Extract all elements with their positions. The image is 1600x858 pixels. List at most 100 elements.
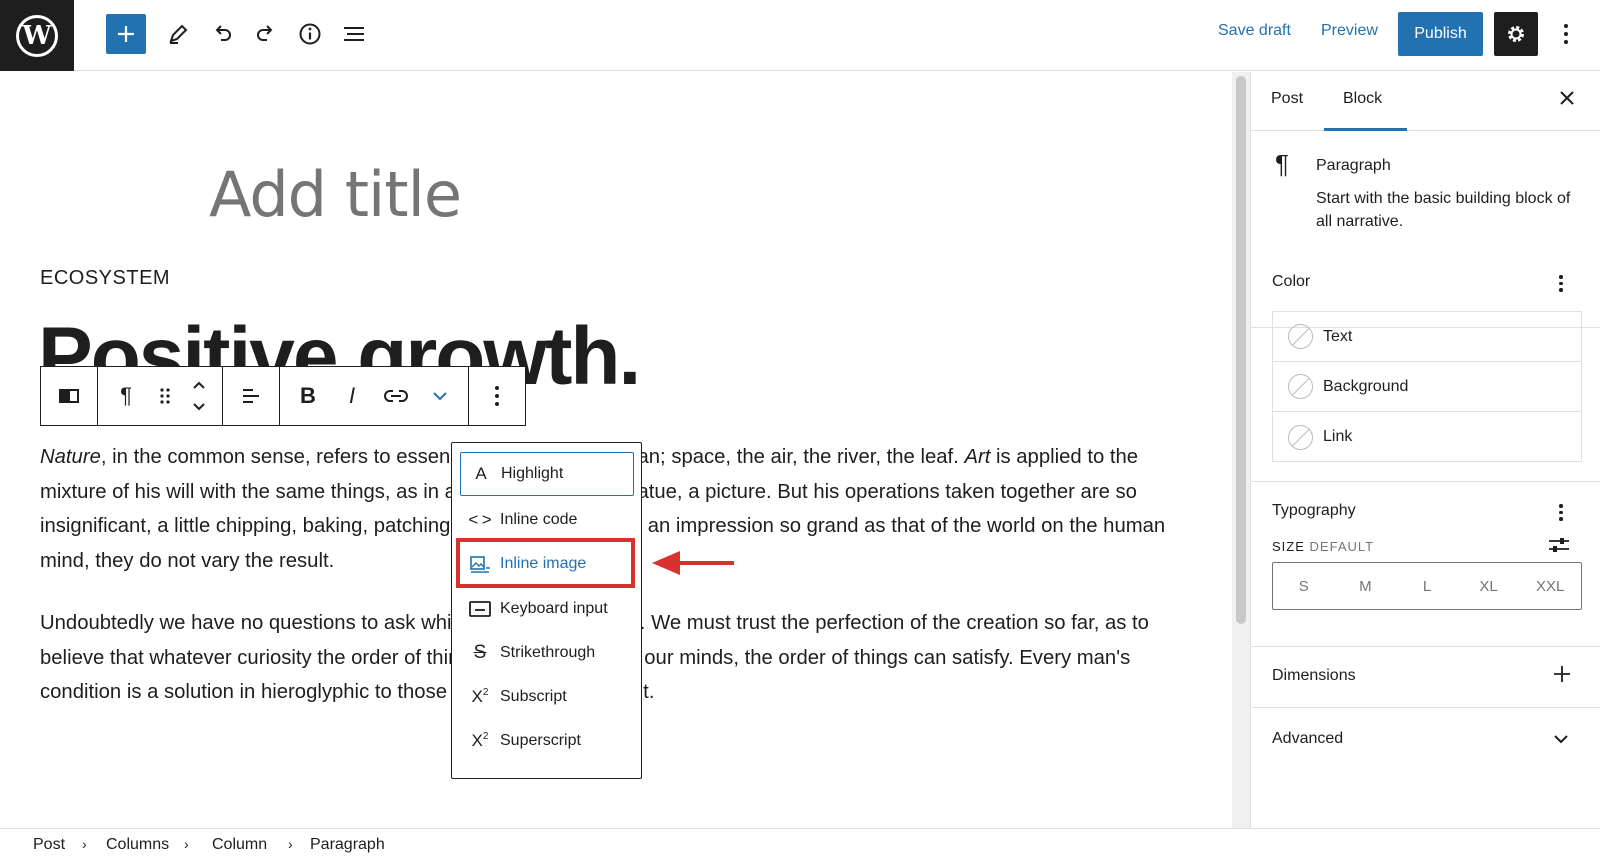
dimensions-panel-title: Dimensions <box>1272 667 1356 684</box>
link-button[interactable] <box>374 367 418 425</box>
settings-button[interactable] <box>1494 12 1538 56</box>
menu-item-keyboard-input[interactable]: Keyboard input <box>460 587 634 631</box>
align-left-icon <box>243 389 259 403</box>
breadcrumb-item-column[interactable]: Column <box>212 836 267 854</box>
breadcrumb-item-columns[interactable]: Columns <box>106 836 169 854</box>
size-option-m[interactable]: M <box>1335 563 1397 609</box>
publish-button[interactable]: Publish <box>1398 12 1483 56</box>
undo-button[interactable] <box>202 14 242 54</box>
select-parent-button[interactable] <box>47 367 91 425</box>
color-swatch-icon <box>1288 424 1313 450</box>
font-size-picker: S M L XL XXL <box>1272 562 1582 610</box>
transform-block-button[interactable]: ¶ <box>104 367 148 425</box>
italic-button[interactable]: I <box>330 367 374 425</box>
italic-text: Art <box>964 446 991 468</box>
size-option-s[interactable]: S <box>1273 563 1335 609</box>
details-button[interactable] <box>290 14 330 54</box>
typography-options-button[interactable] <box>1558 504 1564 521</box>
chevron-right-icon: › <box>184 836 189 852</box>
more-vertical-icon <box>495 386 499 406</box>
menu-item-superscript[interactable]: X2 Superscript <box>460 719 634 763</box>
color-item-background[interactable]: Background <box>1273 362 1581 412</box>
menu-item-label: Subscript <box>500 688 567 705</box>
menu-item-label: Inline code <box>500 511 578 528</box>
tab-post[interactable]: Post <box>1271 90 1303 108</box>
more-formats-menu: A Highlight < > Inline code Inline image… <box>451 442 642 779</box>
color-options-button[interactable] <box>1558 275 1564 292</box>
canvas-scrollbar[interactable] <box>1232 72 1250 828</box>
settings-sliders-icon <box>1549 538 1569 552</box>
preview-button[interactable]: Preview <box>1321 22 1378 40</box>
link-icon <box>384 390 408 402</box>
block-inserter-button[interactable] <box>106 14 146 54</box>
color-item-text[interactable]: Text <box>1273 312 1581 362</box>
redo-icon <box>257 25 273 41</box>
close-sidebar-button[interactable] <box>1558 86 1576 114</box>
block-controls-group: ¶ <box>98 367 223 425</box>
move-up-down-icon <box>193 381 205 411</box>
block-card-description: Start with the basic building block of a… <box>1316 190 1571 230</box>
sidebar-tabs: Post Block <box>1251 72 1600 131</box>
scrollbar-thumb[interactable] <box>1236 76 1246 624</box>
typography-panel-section: Typography SIZE DEFAULT S M L XL XXL <box>1251 482 1600 647</box>
annotation-arrow-line <box>678 561 734 565</box>
bold-icon: B <box>300 383 316 408</box>
size-option-l[interactable]: L <box>1396 563 1458 609</box>
color-panel-title[interactable]: Color <box>1272 273 1310 291</box>
block-options-group <box>469 367 525 425</box>
color-settings-list: Text Background Link <box>1272 311 1582 462</box>
color-panel-section: Color Text Background Link <box>1251 253 1600 482</box>
chevron-down-icon <box>1553 732 1569 748</box>
italic-icon: I <box>348 383 356 408</box>
list-view-button[interactable] <box>334 14 374 54</box>
superscript-icon: X2 <box>471 731 489 750</box>
color-item-label: Link <box>1323 428 1353 445</box>
italic-text: Nature <box>40 446 101 468</box>
paragraph-icon: ¶ <box>1275 149 1289 179</box>
more-formats-button[interactable] <box>418 367 462 425</box>
color-item-label: Text <box>1323 327 1353 345</box>
typography-panel-title[interactable]: Typography <box>1272 502 1356 520</box>
info-icon <box>299 23 321 45</box>
chevron-right-icon: › <box>288 836 293 852</box>
editor-header: W Save draft Preview Publish <box>0 0 1600 71</box>
color-swatch-icon <box>1288 374 1313 399</box>
menu-item-label: Superscript <box>500 732 581 749</box>
post-title-placeholder[interactable]: Add title <box>209 158 462 231</box>
size-option-xxl[interactable]: XXL <box>1519 563 1581 609</box>
move-block-buttons[interactable] <box>182 367 216 425</box>
redo-button[interactable] <box>246 14 286 54</box>
advanced-panel-section[interactable]: Advanced <box>1251 708 1600 768</box>
drag-handle[interactable] <box>148 367 182 425</box>
chevron-right-icon: › <box>82 836 87 852</box>
chevron-down-icon <box>433 392 447 401</box>
code-icon: < > <box>468 510 492 529</box>
align-text-button[interactable] <box>229 367 273 425</box>
size-option-xl[interactable]: XL <box>1458 563 1520 609</box>
menu-item-label: Highlight <box>501 465 564 482</box>
options-menu-button[interactable] <box>1556 16 1576 52</box>
save-draft-button[interactable]: Save draft <box>1218 22 1291 40</box>
tools-button[interactable] <box>158 14 198 54</box>
menu-item-strikethrough[interactable]: S Strikethrough <box>460 631 634 675</box>
breadcrumb-item-post[interactable]: Post <box>33 836 65 854</box>
format-group: B I <box>280 367 469 425</box>
paragraph-icon: ¶ <box>120 383 132 408</box>
color-item-label: Background <box>1323 377 1409 395</box>
color-item-link[interactable]: Link <box>1273 412 1581 462</box>
bold-button[interactable]: B <box>286 367 330 425</box>
menu-item-subscript[interactable]: X2 Subscript <box>460 675 634 719</box>
custom-size-button[interactable] <box>1548 536 1570 559</box>
undo-icon <box>215 25 231 41</box>
subscript-icon: X2 <box>471 687 489 706</box>
keyboard-icon <box>460 601 500 617</box>
block-options-button[interactable] <box>475 367 519 425</box>
menu-item-inline-code[interactable]: < > Inline code <box>460 498 634 542</box>
dimensions-panel-section[interactable]: Dimensions <box>1251 647 1600 708</box>
eyebrow-text[interactable]: ECOSYSTEM <box>40 267 170 290</box>
list-view-icon <box>344 27 364 41</box>
plus-icon[interactable] <box>1553 664 1571 688</box>
tab-block[interactable]: Block <box>1343 90 1382 108</box>
wordpress-logo-icon[interactable]: W <box>0 0 74 71</box>
menu-item-highlight[interactable]: A Highlight <box>460 452 634 496</box>
